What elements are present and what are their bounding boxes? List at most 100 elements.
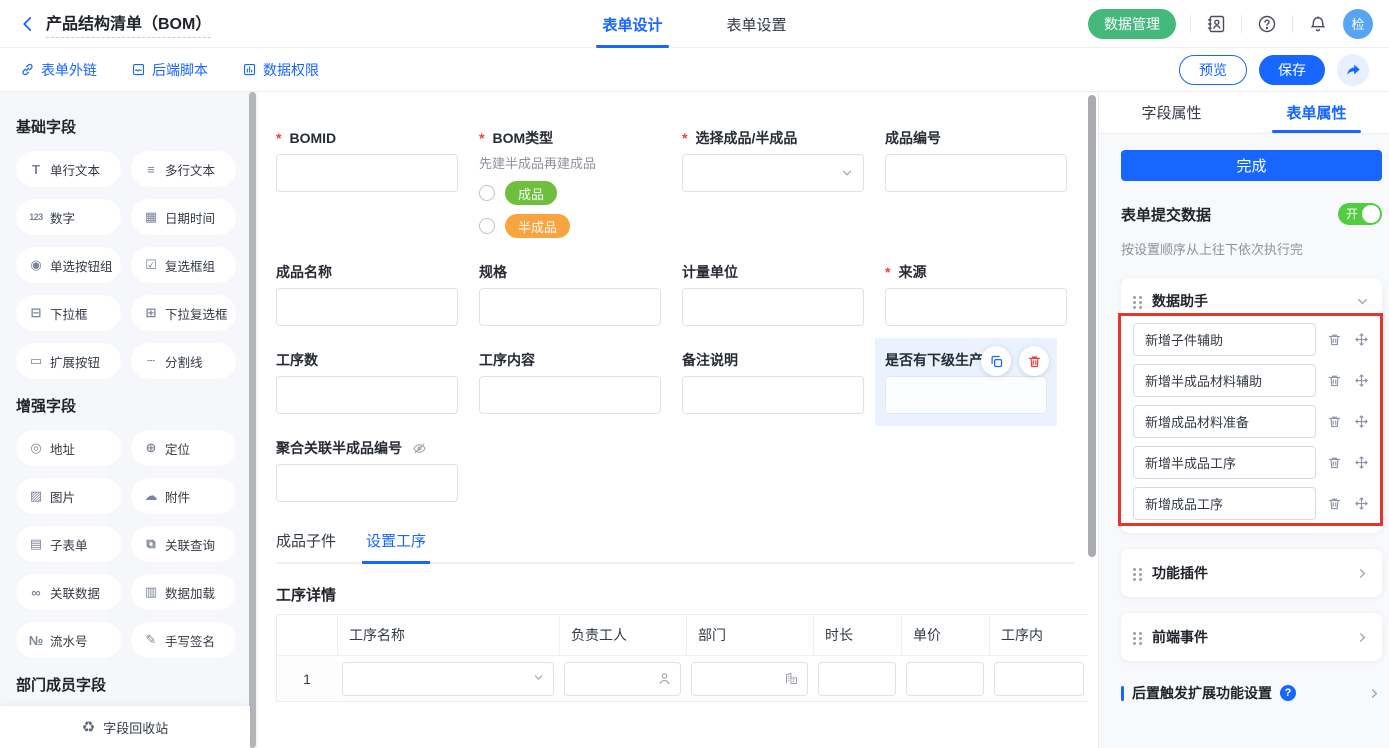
form-external-link-button[interactable]: 表单外链	[20, 60, 97, 80]
data-helper-item-field[interactable]: 新增成品材料准备	[1133, 405, 1316, 438]
move-helper-icon[interactable]	[1352, 413, 1370, 431]
canvas-scrollbar[interactable]	[1088, 95, 1096, 557]
worker-picker-input[interactable]	[564, 662, 681, 696]
field-pill-subform[interactable]: ▤子表单	[16, 526, 121, 562]
field-product-no[interactable]: 成品编号	[885, 128, 1067, 192]
delete-helper-icon[interactable]	[1325, 495, 1343, 513]
help-question-icon[interactable]: ?	[1280, 685, 1296, 701]
backend-script-button[interactable]: 后端脚本	[131, 60, 208, 80]
data-helper-item-field[interactable]: 新增成品工序	[1133, 487, 1316, 520]
data-manage-button[interactable]: 数据管理	[1088, 9, 1176, 39]
chevron-down-icon[interactable]	[1355, 294, 1370, 309]
field-pill-address[interactable]: ◎地址	[16, 430, 121, 466]
delete-helper-icon[interactable]	[1325, 413, 1343, 431]
process-content-input[interactable]	[479, 376, 661, 414]
field-pill-checkbox-group[interactable]: ☑复选框组	[131, 247, 236, 283]
remark-input[interactable]	[682, 376, 864, 414]
process-name-select[interactable]	[342, 662, 554, 696]
radio-finished[interactable]	[479, 185, 495, 201]
tab-form-properties[interactable]: 表单属性	[1244, 92, 1389, 133]
select-product-dropdown[interactable]	[682, 154, 864, 192]
field-process-count[interactable]: 工序数	[276, 350, 458, 414]
plugin-section-card[interactable]: 功能插件	[1121, 549, 1382, 597]
unit-price-input[interactable]	[906, 662, 984, 696]
move-helper-icon[interactable]	[1352, 495, 1370, 513]
field-pill-data-load[interactable]: ▥数据加载	[131, 574, 236, 610]
process-content-cell-input[interactable]	[994, 662, 1084, 696]
drag-handle-icon[interactable]	[1133, 295, 1142, 308]
source-input[interactable]	[885, 288, 1067, 326]
tab-form-settings[interactable]: 表单设置	[727, 0, 787, 48]
share-button[interactable]	[1337, 54, 1369, 86]
contacts-icon[interactable]	[1205, 13, 1227, 35]
unit-input[interactable]	[682, 288, 864, 326]
delete-helper-icon[interactable]	[1325, 331, 1343, 349]
field-pill-attachment[interactable]: ☁附件	[131, 478, 236, 514]
department-picker-input[interactable]	[691, 662, 808, 696]
field-spec[interactable]: 规格	[479, 262, 661, 326]
field-pill-single-line-text[interactable]: T单行文本	[16, 151, 121, 187]
notification-bell-icon[interactable]	[1307, 13, 1329, 35]
field-pill-signature[interactable]: ✎手写签名	[131, 622, 236, 658]
save-button[interactable]: 保存	[1259, 55, 1325, 85]
delete-helper-icon[interactable]	[1325, 454, 1343, 472]
field-pill-radio-group[interactable]: ◉单选按钮组	[16, 247, 121, 283]
delete-helper-icon[interactable]	[1325, 372, 1343, 390]
drag-handle-icon[interactable]	[1133, 567, 1142, 580]
finished-tag[interactable]: 成品	[505, 181, 557, 205]
frontend-event-section-card[interactable]: 前端事件	[1121, 613, 1382, 661]
field-source[interactable]: 来源	[885, 262, 1067, 326]
field-pill-serial-number[interactable]: №流水号	[16, 622, 121, 658]
bomid-input[interactable]	[276, 154, 458, 192]
radio-semi-finished[interactable]	[479, 218, 495, 234]
move-helper-icon[interactable]	[1352, 331, 1370, 349]
spec-input[interactable]	[479, 288, 661, 326]
move-helper-icon[interactable]	[1352, 454, 1370, 472]
delete-field-button[interactable]	[1019, 346, 1049, 376]
move-helper-icon[interactable]	[1352, 372, 1370, 390]
data-helper-item-field[interactable]: 新增子件辅助	[1133, 323, 1316, 356]
agg-semi-no-input[interactable]	[276, 464, 458, 502]
help-icon[interactable]	[1256, 13, 1278, 35]
tab-field-properties[interactable]: 字段属性	[1099, 92, 1244, 133]
back-icon[interactable]	[16, 12, 40, 36]
user-avatar[interactable]: 检	[1343, 9, 1373, 39]
field-pill-number[interactable]: 123数字	[16, 199, 121, 235]
field-pill-location[interactable]: ⊕定位	[131, 430, 236, 466]
submit-data-toggle[interactable]: 开	[1338, 203, 1382, 225]
data-helper-item-field[interactable]: 新增半成品材料辅助	[1133, 364, 1316, 397]
field-remark[interactable]: 备注说明	[682, 350, 864, 414]
field-pill-divider[interactable]: ┄分割线	[131, 343, 236, 379]
tab-product-children[interactable]: 成品子件	[276, 530, 336, 562]
process-count-input[interactable]	[276, 376, 458, 414]
tab-set-process[interactable]: 设置工序	[366, 530, 426, 562]
post-trigger-section[interactable]: 后置触发扩展功能设置 ?	[1121, 683, 1382, 703]
product-name-input[interactable]	[276, 288, 458, 326]
field-bomid[interactable]: BOMID	[276, 128, 458, 192]
field-has-sub-plan-selected[interactable]: 是否有下级生产计	[875, 338, 1057, 426]
field-process-content[interactable]: 工序内容	[479, 350, 661, 414]
product-no-input[interactable]	[885, 154, 1067, 192]
field-pill-select[interactable]: ⊟下拉框	[16, 295, 121, 331]
field-product-name[interactable]: 成品名称	[276, 262, 458, 326]
field-recycle-bin-button[interactable]: ♻ 字段回收站	[0, 706, 250, 748]
data-helper-header[interactable]: 数据助手	[1133, 291, 1370, 311]
sidebar-scrollbar[interactable]	[249, 92, 256, 748]
field-pill-extend-button[interactable]: ▭扩展按钮	[16, 343, 121, 379]
duration-input[interactable]	[818, 662, 896, 696]
field-bom-type[interactable]: BOM类型 先建半成品再建成品 成品 半成品	[479, 128, 661, 238]
data-permission-button[interactable]: 数据权限	[242, 60, 319, 80]
field-pill-relation-data[interactable]: ∞关联数据	[16, 574, 121, 610]
field-pill-multi-line-text[interactable]: ≡多行文本	[131, 151, 236, 187]
drag-handle-icon[interactable]	[1133, 631, 1142, 644]
has-sub-plan-input[interactable]	[885, 376, 1047, 414]
semi-finished-tag[interactable]: 半成品	[505, 214, 570, 238]
copy-field-button[interactable]	[981, 346, 1011, 376]
field-pill-relation-query[interactable]: ⧉关联查询	[131, 526, 236, 562]
done-button[interactable]: 完成	[1121, 150, 1382, 181]
field-pill-image[interactable]: ▨图片	[16, 478, 121, 514]
field-agg-semi-no[interactable]: 聚合关联半成品编号	[276, 438, 458, 502]
field-pill-datetime[interactable]: ▦日期时间	[131, 199, 236, 235]
field-unit[interactable]: 计量单位	[682, 262, 864, 326]
data-helper-item-field[interactable]: 新增半成品工序	[1133, 446, 1316, 479]
